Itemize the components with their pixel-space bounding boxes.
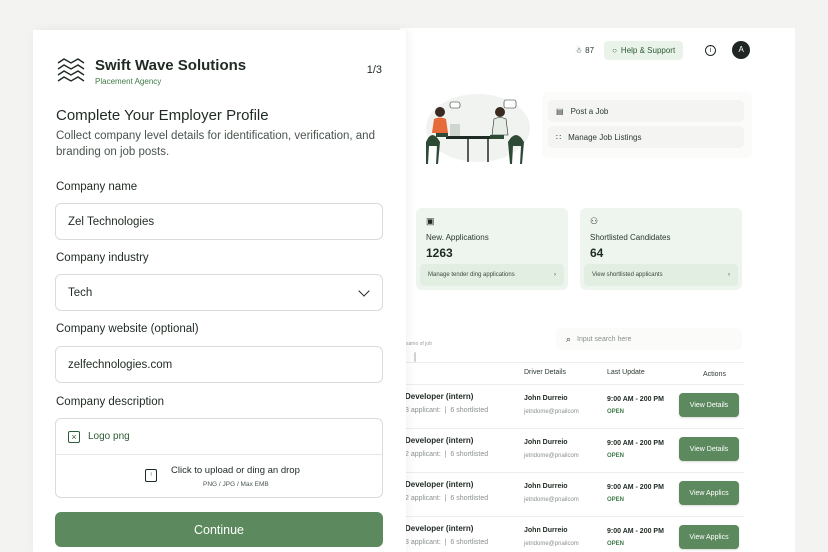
company-website-input[interactable]: zelfechnologies.com bbox=[55, 346, 383, 383]
upload-instructions: Click to upload or ding an drop bbox=[171, 465, 300, 476]
users-icon: ⚇ bbox=[590, 216, 599, 226]
remove-file-icon[interactable]: × bbox=[68, 430, 80, 443]
people-icon: ☃ bbox=[575, 45, 583, 55]
notification-count[interactable]: ☃ 87 bbox=[575, 46, 594, 55]
top-bar: ☃ 87 ○ Help & Support i A bbox=[575, 38, 751, 62]
employer-profile-panel: Swift Wave Solutions Placement Agency 1/… bbox=[33, 30, 416, 552]
chevron-down-icon bbox=[358, 285, 370, 297]
page-title: Complete Your Employer Profile bbox=[56, 107, 269, 124]
help-support-button[interactable]: ○ Help & Support bbox=[604, 40, 684, 60]
scrollbar[interactable] bbox=[414, 352, 416, 362]
upload-icon: ↑ bbox=[145, 469, 157, 482]
brand-name: Swift Wave Solutions bbox=[95, 57, 247, 74]
status-badge: OPEN bbox=[607, 497, 625, 503]
table-caption: samo of job bbox=[406, 341, 432, 347]
chevron-right-icon: › bbox=[554, 272, 556, 278]
table-row: Developer (intern) 2 applicant: | 6 shor… bbox=[400, 472, 744, 516]
status-badge: OPEN bbox=[607, 541, 625, 547]
search-input[interactable]: ⌕ Input search here bbox=[556, 328, 742, 350]
avatar[interactable]: A bbox=[732, 41, 751, 59]
table-row: Developer (intern) 2 applicant: | 6 shor… bbox=[400, 428, 744, 472]
brand-subtitle: Placement Agency bbox=[95, 77, 162, 86]
stat-card-shortlisted: ⚇ Shortlisted Candidates 64 View shortli… bbox=[580, 208, 742, 290]
status-badge: OPEN bbox=[607, 453, 625, 459]
company-name-input[interactable]: Zel Technologies bbox=[55, 203, 383, 240]
view-applicants-button[interactable]: View Applics bbox=[679, 481, 739, 505]
info-icon[interactable]: i bbox=[705, 44, 717, 56]
step-indicator: 1/3 bbox=[366, 64, 382, 76]
stat-card-applications: ▣ New. Applications 1263 Manage tender d… bbox=[416, 208, 568, 290]
table-header: Driver Details Last Update Actions bbox=[400, 362, 744, 384]
upload-hint: PNG / JPG / Max EMB bbox=[203, 481, 269, 488]
view-details-button[interactable]: View Details bbox=[679, 393, 739, 417]
table-row: Developer (intern) 3 applicant: | 6 shor… bbox=[400, 516, 744, 552]
logo-file-row: × Logo png bbox=[56, 419, 382, 455]
hero-illustration bbox=[408, 92, 532, 170]
continue-button[interactable]: Continue bbox=[55, 512, 383, 547]
manage-applications-link[interactable]: Manage tender ding applications › bbox=[420, 264, 564, 286]
company-description-label: Company description bbox=[56, 396, 165, 408]
company-industry-select[interactable]: Tech bbox=[55, 274, 383, 311]
grid-icon: ∷ bbox=[556, 132, 562, 142]
company-name-label: Company name bbox=[56, 181, 138, 193]
quick-links-card: ▤ Post a Job ∷ Manage Job Listings bbox=[542, 92, 752, 158]
manage-listings-link[interactable]: ∷ Manage Job Listings bbox=[548, 126, 744, 148]
lightbulb-icon: ○ bbox=[612, 45, 617, 55]
page-description: Collect company level details for identi… bbox=[56, 130, 375, 158]
view-details-button[interactable]: View Details bbox=[679, 437, 739, 461]
briefcase-icon: ▤ bbox=[556, 106, 564, 116]
post-job-link[interactable]: ▤ Post a Job bbox=[548, 100, 744, 122]
view-shortlisted-link[interactable]: View shortlisted applicants › bbox=[584, 264, 738, 286]
company-website-label: Company website (optional) bbox=[56, 323, 199, 335]
wave-logo-icon bbox=[57, 58, 85, 82]
table-row: Developer (intern) 3 applicant: | 6 shor… bbox=[400, 384, 744, 428]
logo-upload-area[interactable]: × Logo png ↑ Click to upload or ding an … bbox=[55, 418, 383, 498]
company-industry-label: Company industry bbox=[56, 252, 149, 264]
status-badge: OPEN bbox=[607, 409, 625, 415]
briefcase-icon: ▣ bbox=[426, 216, 435, 226]
view-applicants-button[interactable]: View Applics bbox=[679, 525, 739, 549]
search-icon: ⌕ bbox=[566, 333, 572, 344]
chevron-right-icon: › bbox=[728, 272, 730, 278]
